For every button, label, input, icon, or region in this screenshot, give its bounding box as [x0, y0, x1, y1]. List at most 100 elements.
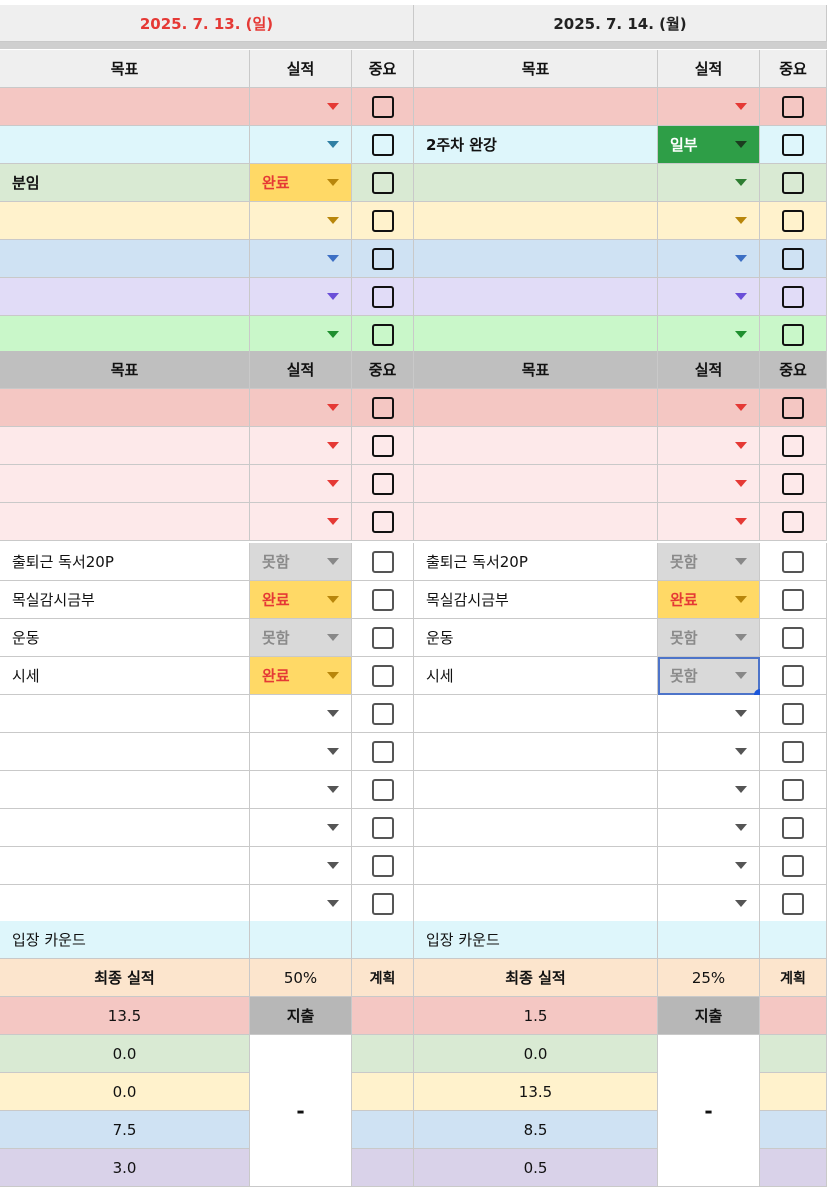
chevron-down-icon[interactable]	[735, 293, 747, 300]
result-dropdown[interactable]	[658, 240, 760, 278]
goal-cell[interactable]	[0, 465, 250, 503]
result-dropdown[interactable]: 완료	[658, 581, 760, 619]
chevron-down-icon[interactable]	[327, 596, 339, 603]
task-cell[interactable]: 출퇴근 독서20P	[0, 543, 250, 581]
goal-cell[interactable]	[414, 202, 658, 240]
checkbox[interactable]	[782, 434, 804, 457]
checkbox[interactable]	[371, 434, 394, 457]
result-dropdown[interactable]	[658, 771, 760, 809]
chevron-down-icon[interactable]	[327, 672, 339, 679]
checkbox[interactable]	[782, 892, 804, 915]
chevron-down-icon[interactable]	[735, 518, 747, 525]
checkbox[interactable]	[782, 133, 804, 156]
checkbox[interactable]	[782, 550, 804, 573]
goal-cell[interactable]: 2주차 완강	[414, 126, 658, 164]
goal-cell[interactable]	[0, 240, 250, 278]
chevron-down-icon[interactable]	[735, 672, 747, 679]
checkbox[interactable]	[371, 510, 394, 533]
checkbox[interactable]	[371, 209, 394, 232]
chevron-down-icon[interactable]	[735, 179, 747, 186]
checkbox[interactable]	[782, 247, 804, 270]
chevron-down-icon[interactable]	[327, 480, 339, 487]
chevron-down-icon[interactable]	[735, 824, 747, 831]
result-dropdown[interactable]	[250, 88, 352, 126]
result-dropdown[interactable]	[250, 733, 352, 771]
chevron-down-icon[interactable]	[327, 900, 339, 907]
checkbox[interactable]	[371, 740, 394, 763]
checkbox[interactable]	[782, 209, 804, 232]
goal-cell[interactable]	[0, 316, 250, 354]
chevron-down-icon[interactable]	[735, 786, 747, 793]
goal-cell[interactable]: 분임	[0, 164, 250, 202]
checkbox[interactable]	[371, 588, 394, 611]
chevron-down-icon[interactable]	[735, 634, 747, 641]
chevron-down-icon[interactable]	[327, 786, 339, 793]
result-dropdown[interactable]	[250, 126, 352, 164]
task-cell[interactable]: 목실감시금부	[414, 581, 658, 619]
chevron-down-icon[interactable]	[327, 293, 339, 300]
task-cell[interactable]	[414, 847, 658, 885]
chevron-down-icon[interactable]	[327, 255, 339, 262]
goal-cell[interactable]	[414, 164, 658, 202]
result-dropdown[interactable]	[658, 427, 760, 465]
result-dropdown[interactable]: 일부	[658, 126, 760, 164]
checkbox[interactable]	[782, 854, 804, 877]
task-cell[interactable]: 출퇴근 독서20P	[414, 543, 658, 581]
chevron-down-icon[interactable]	[327, 179, 339, 186]
result-dropdown[interactable]	[658, 278, 760, 316]
result-dropdown[interactable]: 못함	[250, 619, 352, 657]
checkbox[interactable]	[371, 95, 394, 118]
chevron-down-icon[interactable]	[327, 748, 339, 755]
chevron-down-icon[interactable]	[735, 331, 747, 338]
chevron-down-icon[interactable]	[327, 824, 339, 831]
result-dropdown[interactable]	[658, 389, 760, 427]
result-dropdown[interactable]	[250, 503, 352, 541]
result-dropdown[interactable]	[658, 695, 760, 733]
task-cell[interactable]	[0, 885, 250, 923]
chevron-down-icon[interactable]	[735, 103, 747, 110]
checkbox[interactable]	[371, 626, 394, 649]
chevron-down-icon[interactable]	[327, 710, 339, 717]
chevron-down-icon[interactable]	[735, 748, 747, 755]
checkbox[interactable]	[371, 778, 394, 801]
checkbox[interactable]	[371, 285, 394, 308]
task-cell[interactable]	[0, 809, 250, 847]
chevron-down-icon[interactable]	[735, 217, 747, 224]
chevron-down-icon[interactable]	[735, 862, 747, 869]
chevron-down-icon[interactable]	[735, 596, 747, 603]
chevron-down-icon[interactable]	[327, 558, 339, 565]
result-dropdown[interactable]	[250, 847, 352, 885]
checkbox[interactable]	[782, 740, 804, 763]
task-cell[interactable]	[0, 771, 250, 809]
result-dropdown[interactable]: 못함	[250, 543, 352, 581]
checkbox[interactable]	[782, 778, 804, 801]
goal-cell[interactable]	[414, 316, 658, 354]
checkbox[interactable]	[782, 95, 804, 118]
task-cell[interactable]	[414, 695, 658, 733]
result-dropdown[interactable]	[658, 316, 760, 354]
chevron-down-icon[interactable]	[735, 558, 747, 565]
task-cell[interactable]	[414, 733, 658, 771]
chevron-down-icon[interactable]	[735, 710, 747, 717]
checkbox[interactable]	[782, 285, 804, 308]
task-cell[interactable]	[0, 733, 250, 771]
checkbox[interactable]	[782, 472, 804, 495]
result-dropdown[interactable]	[658, 809, 760, 847]
goal-cell[interactable]	[0, 278, 250, 316]
task-cell[interactable]	[0, 695, 250, 733]
checkbox[interactable]	[782, 396, 804, 419]
result-dropdown[interactable]	[658, 733, 760, 771]
checkbox[interactable]	[782, 702, 804, 725]
checkbox[interactable]	[371, 171, 394, 194]
goal-cell[interactable]	[0, 503, 250, 541]
result-dropdown[interactable]	[250, 427, 352, 465]
chevron-down-icon[interactable]	[327, 404, 339, 411]
checkbox[interactable]	[782, 588, 804, 611]
checkbox[interactable]	[782, 323, 804, 346]
goal-cell[interactable]	[414, 278, 658, 316]
result-dropdown[interactable]: 못함	[658, 619, 760, 657]
checkbox[interactable]	[371, 892, 394, 915]
result-dropdown[interactable]	[658, 202, 760, 240]
goal-cell[interactable]	[0, 202, 250, 240]
task-cell[interactable]	[0, 847, 250, 885]
